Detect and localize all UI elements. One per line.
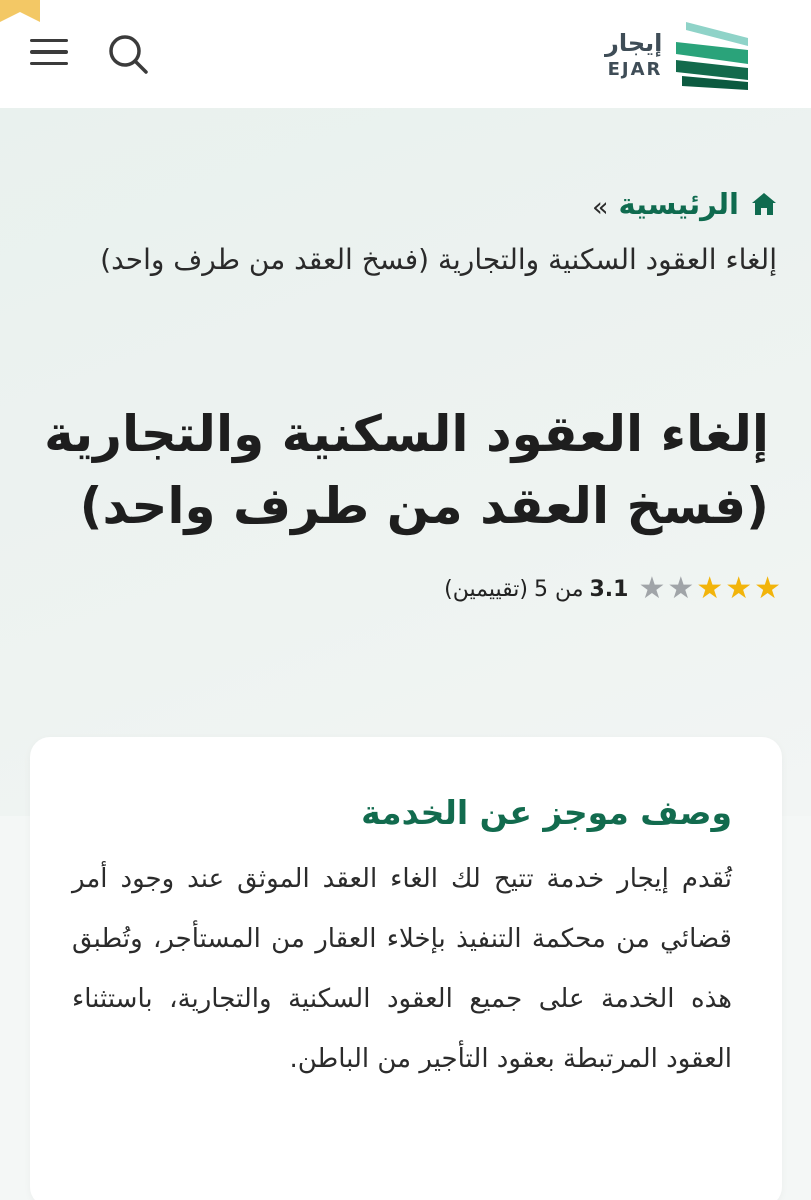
breadcrumb-separator: » [591, 192, 609, 223]
breadcrumb: الرئيسية » إلغاء العقود السكنية والتجاري… [32, 178, 777, 286]
logo-english-text: EJAR [607, 59, 663, 80]
star-filled-icon[interactable]: ★ [696, 574, 723, 604]
breadcrumb-current-page: إلغاء العقود السكنية والتجارية (فسخ العق… [100, 243, 777, 276]
service-rating: ★ ★ ★ ★ ★ 3.1 من 5 (تقييمين) [444, 574, 781, 604]
card-title: وصف موجز عن الخدمة [361, 793, 732, 832]
hamburger-menu-icon[interactable] [30, 32, 74, 72]
rating-value: 3.1 [589, 576, 629, 602]
star-empty-icon[interactable]: ★ [638, 574, 665, 604]
service-description-card: وصف موجز عن الخدمة تُقدم إيجار خدمة تتيح… [30, 737, 782, 1200]
rating-count: (تقييمين) [444, 576, 528, 602]
service-description-text: تُقدم إيجار خدمة تتيح لك الغاء العقد الم… [72, 864, 732, 1074]
logo-arabic-text: إيجار [605, 29, 663, 57]
corner-bookmark-icon [0, 0, 40, 22]
breadcrumb-home-link[interactable]: الرئيسية [618, 178, 777, 230]
breadcrumb-home-label: الرئيسية [618, 187, 739, 221]
home-icon [752, 193, 776, 215]
rating-stars[interactable]: ★ ★ ★ ★ ★ [638, 574, 781, 604]
star-filled-icon[interactable]: ★ [754, 574, 781, 604]
ejar-logo[interactable]: إيجار EJAR [605, 18, 775, 92]
star-filled-icon[interactable]: ★ [725, 574, 752, 604]
rating-out-of: من 5 [533, 576, 584, 602]
ejar-logo-mark-icon [676, 22, 749, 90]
star-empty-icon[interactable]: ★ [667, 574, 694, 604]
page-title: إلغاء العقود السكنية والتجارية (فسخ العق… [44, 405, 769, 535]
top-header: إيجار EJAR [0, 0, 811, 108]
search-icon[interactable] [104, 30, 152, 78]
